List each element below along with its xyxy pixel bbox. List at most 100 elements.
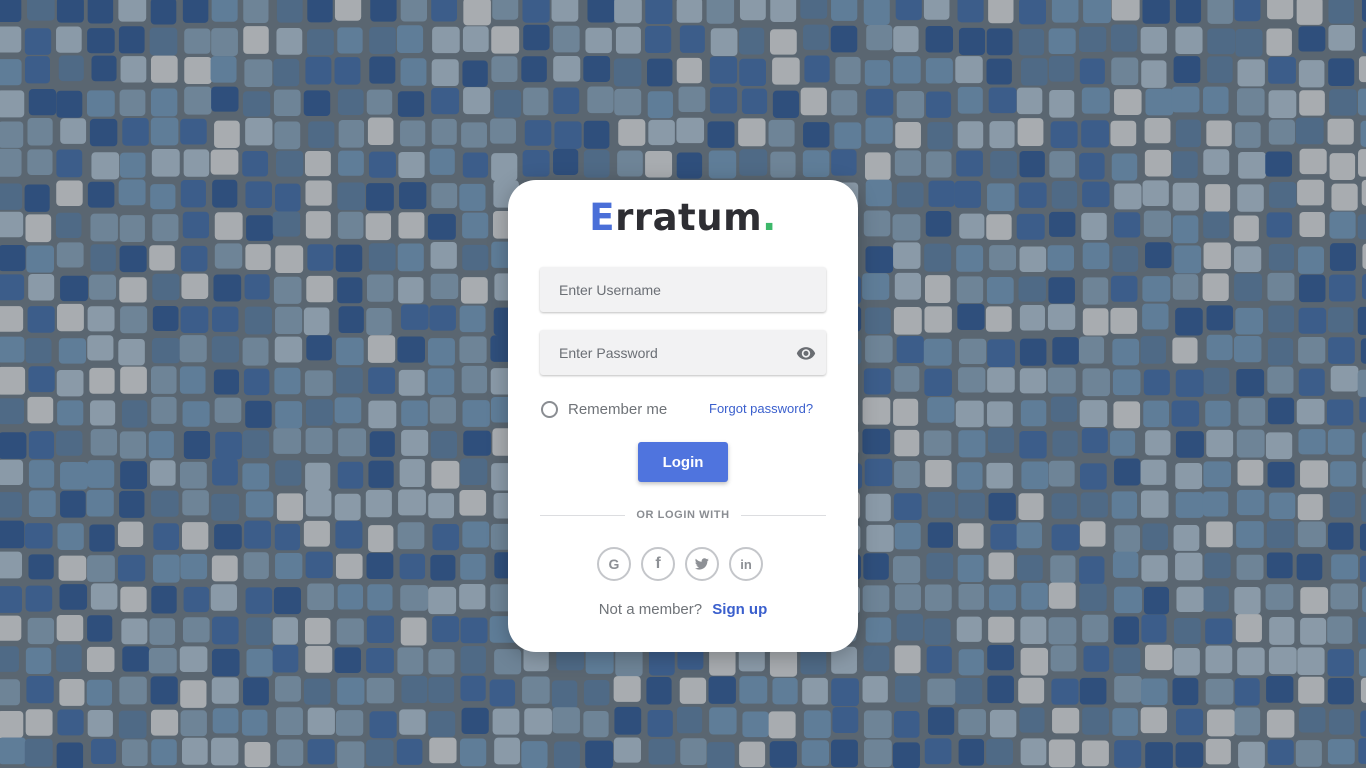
mosaic-tile bbox=[183, 149, 210, 177]
mosaic-tile bbox=[742, 711, 770, 738]
mosaic-tile bbox=[306, 335, 332, 361]
mosaic-tile bbox=[1265, 432, 1293, 460]
mosaic-tile bbox=[211, 336, 240, 363]
mosaic-tile bbox=[152, 305, 179, 332]
twitter-icon bbox=[695, 558, 709, 570]
mosaic-tile bbox=[1236, 521, 1264, 548]
mosaic-tile bbox=[1358, 738, 1366, 764]
mosaic-tile bbox=[522, 150, 550, 177]
mosaic-tile bbox=[1330, 365, 1359, 392]
mosaic-tile bbox=[214, 397, 242, 423]
mosaic-tile bbox=[211, 493, 240, 521]
login-button[interactable]: Login bbox=[638, 442, 728, 482]
twitter-login-button[interactable] bbox=[685, 547, 719, 581]
mosaic-tile bbox=[1328, 24, 1355, 51]
mosaic-tile bbox=[923, 0, 950, 20]
username-input[interactable] bbox=[540, 267, 790, 312]
mosaic-tile bbox=[1049, 89, 1075, 118]
mosaic-tile bbox=[927, 522, 953, 548]
mosaic-tile bbox=[1175, 742, 1204, 768]
mosaic-tile bbox=[180, 118, 207, 145]
mosaic-tile bbox=[59, 678, 85, 706]
mosaic-tile bbox=[397, 522, 425, 550]
mosaic-tile bbox=[926, 91, 952, 118]
mosaic-tile bbox=[305, 427, 333, 454]
mosaic-tile bbox=[276, 493, 304, 521]
mosaic-tile bbox=[1268, 90, 1297, 119]
mosaic-tile bbox=[801, 740, 830, 766]
remember-me-option[interactable]: Remember me bbox=[540, 398, 667, 420]
mosaic-tile bbox=[985, 306, 1012, 332]
mosaic-tile bbox=[179, 461, 207, 489]
mosaic-tile bbox=[1298, 676, 1325, 704]
mosaic-tile bbox=[399, 459, 425, 487]
mosaic-tile bbox=[989, 709, 1017, 738]
mosaic-tile bbox=[26, 676, 54, 704]
mosaic-tile bbox=[865, 88, 894, 116]
mosaic-tile bbox=[245, 244, 271, 271]
mosaic-tile bbox=[679, 677, 707, 704]
signup-link[interactable]: Sign up bbox=[712, 601, 767, 618]
mosaic-tile bbox=[120, 306, 148, 334]
facebook-icon: f bbox=[655, 555, 661, 572]
mosaic-tile bbox=[988, 616, 1015, 643]
mosaic-tile bbox=[927, 122, 953, 150]
password-input[interactable] bbox=[540, 330, 790, 375]
mosaic-tile bbox=[1142, 523, 1169, 550]
mosaic-tile bbox=[709, 56, 738, 84]
mosaic-tile bbox=[644, 26, 672, 54]
mosaic-tile bbox=[460, 617, 488, 644]
mosaic-tile bbox=[120, 366, 147, 394]
mosaic-tile bbox=[1142, 276, 1171, 302]
mosaic-tile bbox=[242, 709, 268, 736]
mosaic-tile bbox=[865, 117, 893, 144]
mosaic-tile bbox=[274, 523, 301, 551]
google-login-button[interactable]: G bbox=[597, 547, 631, 581]
mosaic-tile bbox=[276, 739, 304, 766]
mosaic-tile bbox=[1329, 243, 1356, 271]
mosaic-tile bbox=[184, 28, 211, 54]
mosaic-tile bbox=[958, 338, 987, 365]
mosaic-tile bbox=[1051, 493, 1077, 519]
mosaic-tile bbox=[428, 649, 455, 675]
mosaic-tile bbox=[739, 0, 766, 21]
mosaic-tile bbox=[1327, 616, 1353, 644]
mosaic-tile bbox=[583, 55, 611, 82]
mosaic-tile bbox=[1300, 617, 1327, 645]
mosaic-tile bbox=[151, 739, 177, 766]
mosaic-tile bbox=[1361, 0, 1366, 22]
mosaic-tile bbox=[1203, 149, 1230, 175]
mosaic-tile bbox=[245, 118, 273, 146]
mosaic-tile bbox=[1078, 336, 1105, 364]
forgot-password-link[interactable]: Forgot password? bbox=[709, 401, 813, 416]
mosaic-tile bbox=[27, 617, 55, 645]
mosaic-tile bbox=[334, 397, 362, 424]
remember-me-radio[interactable] bbox=[541, 400, 558, 418]
mosaic-tile bbox=[27, 396, 54, 424]
mosaic-tile bbox=[335, 553, 363, 579]
linkedin-login-button[interactable]: in bbox=[729, 547, 763, 581]
mosaic-tile bbox=[305, 399, 333, 426]
mosaic-tile bbox=[1358, 149, 1366, 177]
eye-icon[interactable] bbox=[796, 343, 816, 363]
mosaic-tile bbox=[803, 122, 830, 148]
mosaic-tile bbox=[1203, 86, 1229, 114]
mosaic-tile bbox=[617, 150, 643, 177]
mosaic-tile bbox=[272, 617, 298, 645]
mosaic-tile bbox=[121, 739, 148, 766]
mosaic-tile bbox=[211, 677, 239, 704]
mosaic-tile bbox=[862, 273, 890, 300]
mosaic-tile bbox=[741, 88, 768, 114]
mosaic-tile bbox=[305, 462, 331, 491]
mosaic-tile bbox=[27, 306, 55, 333]
mosaic-tile bbox=[1235, 307, 1264, 335]
mosaic-tile bbox=[1114, 740, 1142, 768]
mosaic-tile bbox=[460, 277, 488, 304]
mosaic-tile bbox=[27, 118, 53, 146]
facebook-login-button[interactable]: f bbox=[641, 547, 675, 581]
mosaic-tile bbox=[337, 89, 364, 115]
mosaic-tile bbox=[150, 88, 178, 117]
mosaic-tile bbox=[242, 150, 269, 177]
mosaic-tile bbox=[25, 338, 52, 364]
mosaic-tile bbox=[89, 118, 118, 147]
